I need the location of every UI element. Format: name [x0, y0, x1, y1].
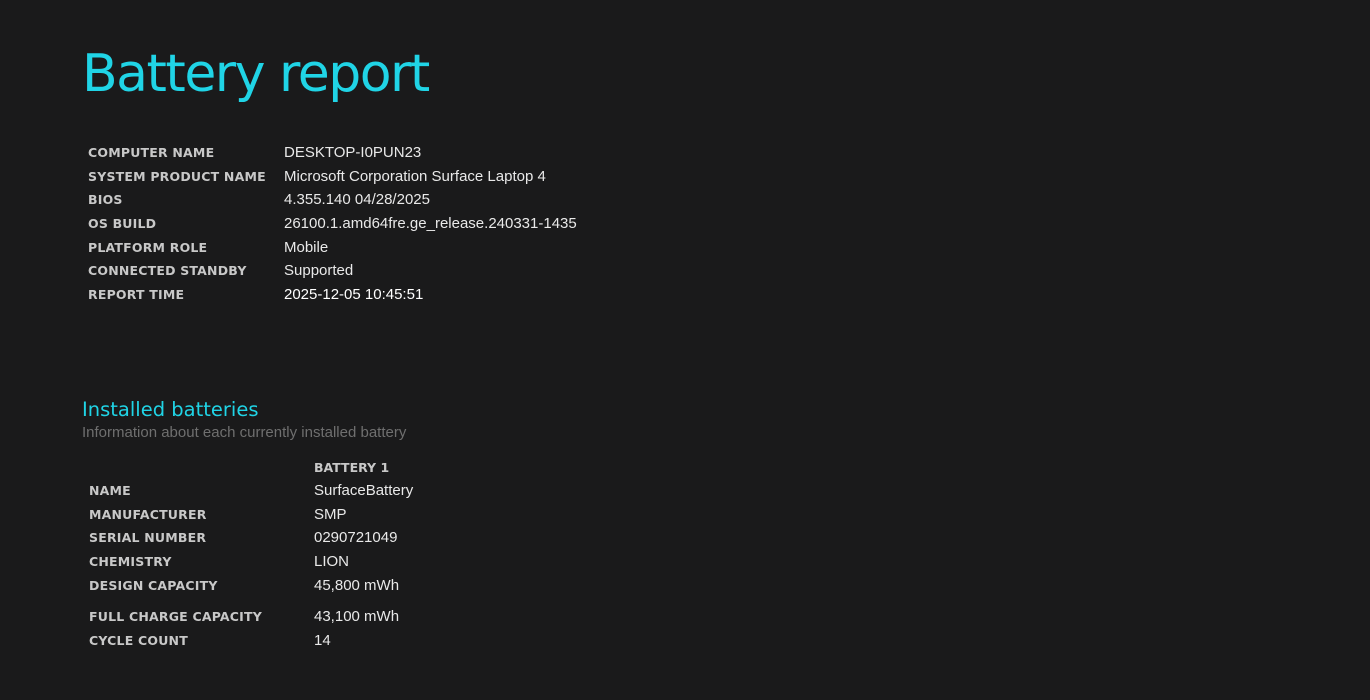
bios-value: 4.355.140 04/28/2025 [284, 191, 430, 209]
os-build-label: OS BUILD [88, 216, 157, 232]
battery-info-row: FULL CHARGE CAPACITY 43,100 mWh [89, 597, 413, 629]
battery-info-row: CYCLE COUNT 14 [89, 629, 413, 653]
system-info-row: PLATFORM ROLE Mobile [88, 235, 577, 259]
system-info-row: COMPUTER NAME DESKTOP-I0PUN23 [88, 141, 577, 165]
battery-info-table: BATTERY 1 NAME SurfaceBattery MANUFACTUR… [89, 455, 413, 652]
platform-role-value: Mobile [284, 238, 329, 256]
battery-info-row: CHEMISTRY LION [89, 550, 413, 574]
battery-info-row: MANUFACTURER SMP [89, 503, 413, 527]
battery-info-row: DESIGN CAPACITY 45,800 mWh [89, 573, 413, 597]
system-info-row: REPORT TIME 2025-12-05 10:45:51 [88, 283, 577, 307]
bios-label: BIOS [88, 192, 123, 208]
manufacturer-value: SMP [314, 505, 347, 523]
page-title: Battery report [82, 44, 430, 104]
platform-role-label: PLATFORM ROLE [88, 239, 208, 255]
battery-1-column-header: BATTERY 1 [314, 459, 390, 475]
system-info-row: CONNECTED STANDBY Supported [88, 259, 577, 283]
installed-batteries-subtitle: Information about each currently install… [82, 424, 407, 441]
battery-column-header-row: BATTERY 1 [89, 455, 413, 479]
cycle-count-value: 14 [314, 631, 331, 649]
report-time-value: 2025-12-05 10:45:51 [284, 285, 424, 303]
system-info-row: SYSTEM PRODUCT NAME Microsoft Corporatio… [88, 165, 577, 189]
battery-name-label: NAME [89, 483, 131, 499]
full-charge-capacity-label: FULL CHARGE CAPACITY [89, 609, 262, 625]
system-info-row: OS BUILD 26100.1.amd64fre.ge_release.240… [88, 212, 577, 236]
battery-info-row: SERIAL NUMBER 0290721049 [89, 526, 413, 550]
connected-standby-value: Supported [284, 262, 354, 280]
battery-info-row: NAME SurfaceBattery [89, 479, 413, 503]
battery-name-value: SurfaceBattery [314, 482, 414, 500]
computer-name-label: COMPUTER NAME [88, 145, 215, 161]
serial-number-value: 0290721049 [314, 529, 398, 547]
system-product-name-value: Microsoft Corporation Surface Laptop 4 [284, 167, 546, 185]
installed-batteries-title: Installed batteries [82, 398, 259, 421]
cycle-count-label: CYCLE COUNT [89, 632, 188, 648]
design-capacity-label: DESIGN CAPACITY [89, 577, 218, 593]
system-info-table: COMPUTER NAME DESKTOP-I0PUN23 SYSTEM PRO… [88, 141, 577, 306]
chemistry-label: CHEMISTRY [89, 554, 172, 570]
manufacturer-label: MANUFACTURER [89, 506, 207, 522]
chemistry-value: LION [314, 553, 350, 571]
connected-standby-label: CONNECTED STANDBY [88, 263, 247, 279]
serial-number-label: SERIAL NUMBER [89, 530, 207, 546]
full-charge-capacity-value: 43,100 mWh [314, 608, 400, 626]
computer-name-value: DESKTOP-I0PUN23 [284, 144, 422, 162]
report-time-label: REPORT TIME [88, 286, 185, 302]
system-product-name-label: SYSTEM PRODUCT NAME [88, 168, 266, 184]
system-info-row: BIOS 4.355.140 04/28/2025 [88, 188, 577, 212]
empty-header-cell [89, 455, 314, 479]
design-capacity-value: 45,800 mWh [314, 576, 400, 594]
os-build-value: 26100.1.amd64fre.ge_release.240331-1435 [284, 215, 577, 233]
